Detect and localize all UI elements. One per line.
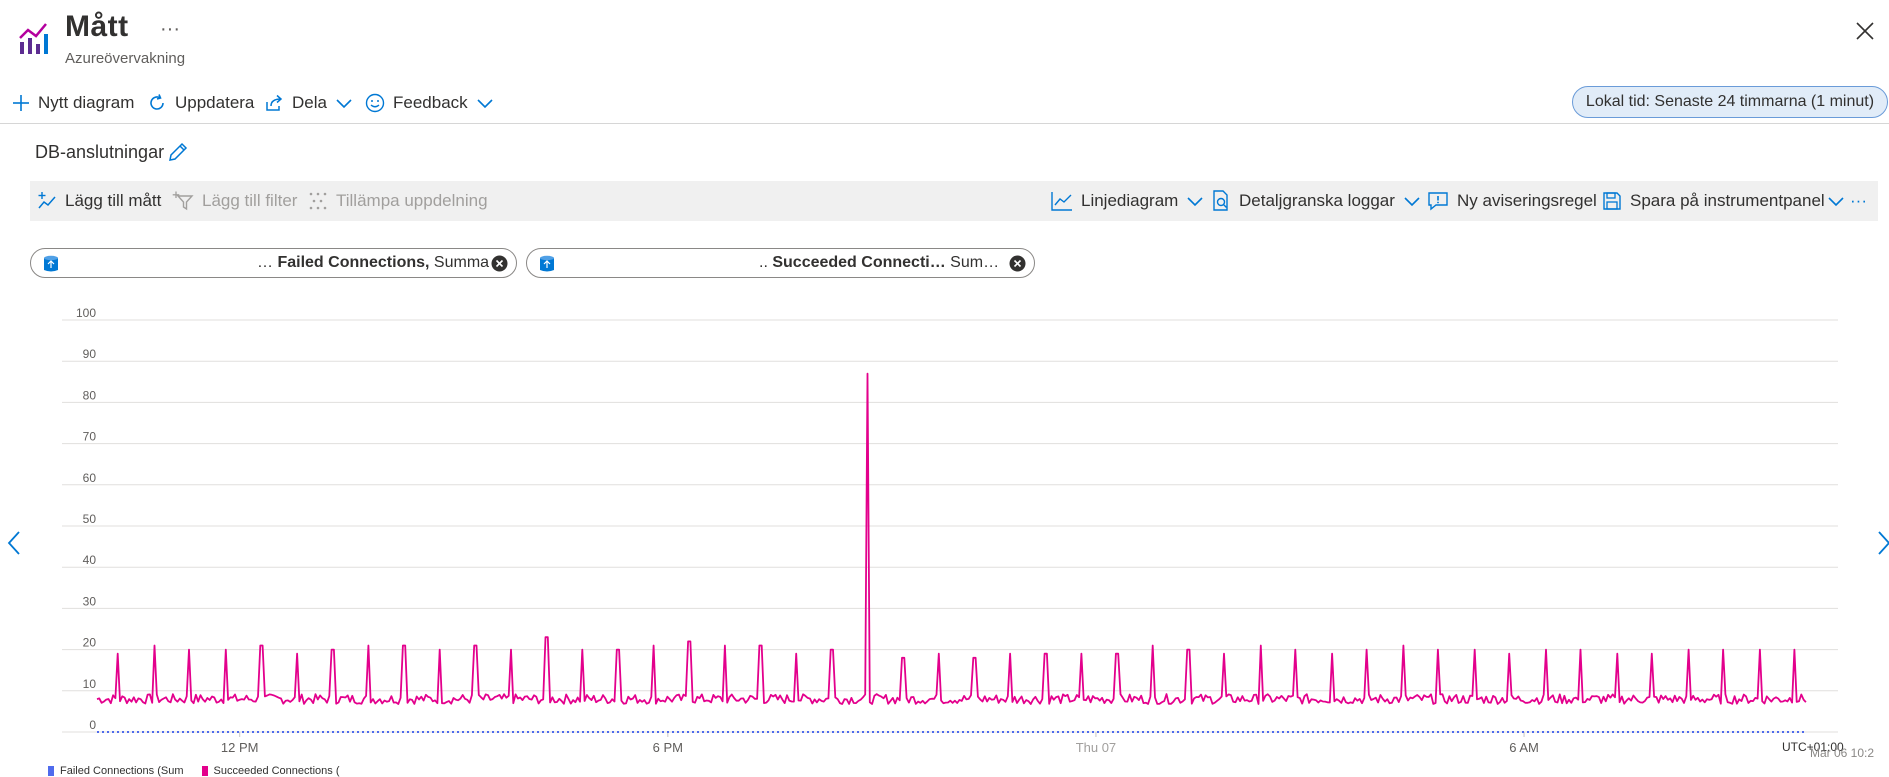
chart-legend: Failed Connections (Sum Succeeded Connec… — [48, 765, 339, 777]
x-tick-label: 6 AM — [1509, 740, 1539, 755]
chevron-down-icon — [336, 99, 352, 109]
logs-search-icon — [1213, 190, 1228, 211]
page-subtitle: Azureövervakning — [65, 50, 186, 67]
filter-icon — [172, 191, 194, 211]
header-divider — [0, 123, 1889, 124]
chart-title: DB-anslutningar — [35, 142, 165, 162]
alert-icon — [1428, 192, 1448, 211]
database-icon — [540, 255, 554, 272]
chevron-down-icon — [1187, 197, 1203, 207]
chart-toolbar: Lägg till mått Lägg till filter Tillämpa… — [30, 181, 1878, 221]
y-tick-label: 70 — [83, 430, 97, 444]
y-tick-label: 50 — [83, 512, 97, 526]
end-time-label: Mar 06 10:2 — [1810, 746, 1875, 760]
more-options-button[interactable]: ··· — [160, 18, 180, 41]
chevron-down-icon — [1404, 197, 1420, 207]
legend-item-failed[interactable]: Failed Connections (Sum — [48, 765, 184, 777]
x-tick-label: Thu 07 — [1076, 740, 1116, 755]
drill-logs-label: Detaljgranska loggar — [1239, 191, 1395, 210]
legend-swatch — [48, 766, 54, 776]
legend-label: Failed Connections (Sum — [60, 765, 184, 777]
y-tick-label: 40 — [83, 553, 97, 567]
chevron-down-icon — [477, 99, 493, 109]
new-chart-button[interactable]: Nytt diagram — [12, 88, 134, 118]
line-chart: 0 10 20 30 40 50 60 70 80 90 100 12 PM 6 PM Thu 07 6 … — [62, 306, 1838, 755]
feedback-button[interactable]: Feedback — [365, 88, 494, 118]
page-title: Mått — [65, 10, 129, 43]
y-tick-label: 100 — [76, 306, 96, 320]
save-dashboard-label: Spara på instrumentpanel — [1630, 191, 1825, 210]
y-tick-label: 60 — [83, 471, 97, 485]
y-tick-label: 0 — [89, 718, 96, 732]
y-tick-label: 80 — [83, 388, 97, 402]
plus-icon — [13, 95, 29, 111]
share-label: Dela — [292, 93, 327, 112]
metric-name: Failed Connections, — [277, 254, 430, 271]
chevron-left-icon[interactable] — [4, 530, 24, 556]
add-metric-button[interactable]: Lägg till mått — [37, 181, 161, 221]
new-alert-rule-label: Ny aviseringsregel — [1457, 191, 1597, 210]
y-tick-label: 10 — [83, 677, 97, 691]
chart-grid — [62, 319, 1838, 733]
add-filter-button[interactable]: Lägg till filter — [172, 181, 297, 221]
metrics-chart-icon — [19, 23, 48, 54]
x-tick-label: 6 PM — [653, 740, 683, 755]
drill-logs-dropdown[interactable]: Detaljgranska loggar — [1211, 181, 1421, 221]
metric-pill-prefix: .. — [759, 254, 768, 271]
chevron-down-icon — [1828, 197, 1844, 207]
metric-aggregation: Sum… — [950, 254, 1000, 271]
line-chart-icon — [1051, 192, 1072, 211]
smiley-icon — [365, 93, 385, 113]
add-filter-label: Lägg till filter — [202, 191, 298, 210]
legend-swatch — [201, 766, 208, 776]
metric-aggregation: Summa — [433, 254, 490, 271]
x-axis-ticks: 12 PM 6 PM Thu 07 6 AM — [221, 732, 1539, 755]
close-icon[interactable] — [1852, 18, 1878, 44]
add-metric-label: Lägg till mått — [65, 191, 162, 210]
series-line-succeeded — [96, 372, 1807, 705]
toolbar-more-button[interactable]: ··· — [1850, 181, 1867, 221]
apply-splitting-label: Tillämpa uppdelning — [336, 191, 488, 210]
share-icon — [266, 94, 283, 111]
legend-item-succeeded[interactable]: Succeeded Connections ( — [201, 765, 340, 777]
save-icon — [1603, 192, 1621, 210]
time-range-picker[interactable]: Lokal tid: Senaste 24 timmarna (1 minut) — [1572, 86, 1888, 118]
metric-pill-failed[interactable]: … Failed Connections, Summa — [30, 248, 517, 278]
refresh-label: Uppdatera — [175, 93, 255, 112]
save-dashboard-dropdown[interactable]: Spara på instrumentpanel — [1602, 181, 1845, 221]
metric-pill-succeeded[interactable]: .. Succeeded Connecti… Sum… — [526, 248, 1035, 278]
y-tick-label: 30 — [83, 594, 97, 608]
chart-series — [96, 372, 1807, 733]
new-alert-rule-button[interactable]: Ny aviseringsregel — [1427, 181, 1597, 221]
refresh-icon — [150, 94, 164, 110]
new-chart-label: Nytt diagram — [38, 93, 135, 112]
chevron-right-icon[interactable] — [1874, 530, 1889, 556]
splitting-icon — [309, 192, 327, 210]
add-metric-icon — [38, 192, 56, 209]
chart-type-label: Linjediagram — [1081, 191, 1179, 210]
metric-name: Succeeded Connecti… — [772, 254, 946, 271]
y-tick-label: 20 — [83, 636, 97, 650]
chart-type-dropdown[interactable]: Linjediagram — [1051, 181, 1204, 221]
y-axis-ticks: 0 10 20 30 40 50 60 70 80 90 100 — [76, 306, 96, 732]
refresh-button[interactable]: Uppdatera — [147, 88, 254, 118]
share-button[interactable]: Dela — [264, 88, 353, 118]
metric-pill-prefix: … — [257, 254, 273, 271]
remove-metric-icon[interactable] — [1009, 255, 1026, 272]
pencil-icon[interactable] — [166, 140, 190, 164]
y-tick-label: 90 — [83, 347, 97, 361]
legend-label: Succeeded Connections ( — [213, 765, 340, 777]
x-tick-label: 12 PM — [221, 740, 259, 755]
remove-metric-icon[interactable] — [491, 255, 508, 272]
apply-splitting-button[interactable]: Tillämpa uppdelning — [308, 181, 488, 221]
database-icon — [44, 255, 58, 272]
feedback-label: Feedback — [393, 93, 468, 112]
